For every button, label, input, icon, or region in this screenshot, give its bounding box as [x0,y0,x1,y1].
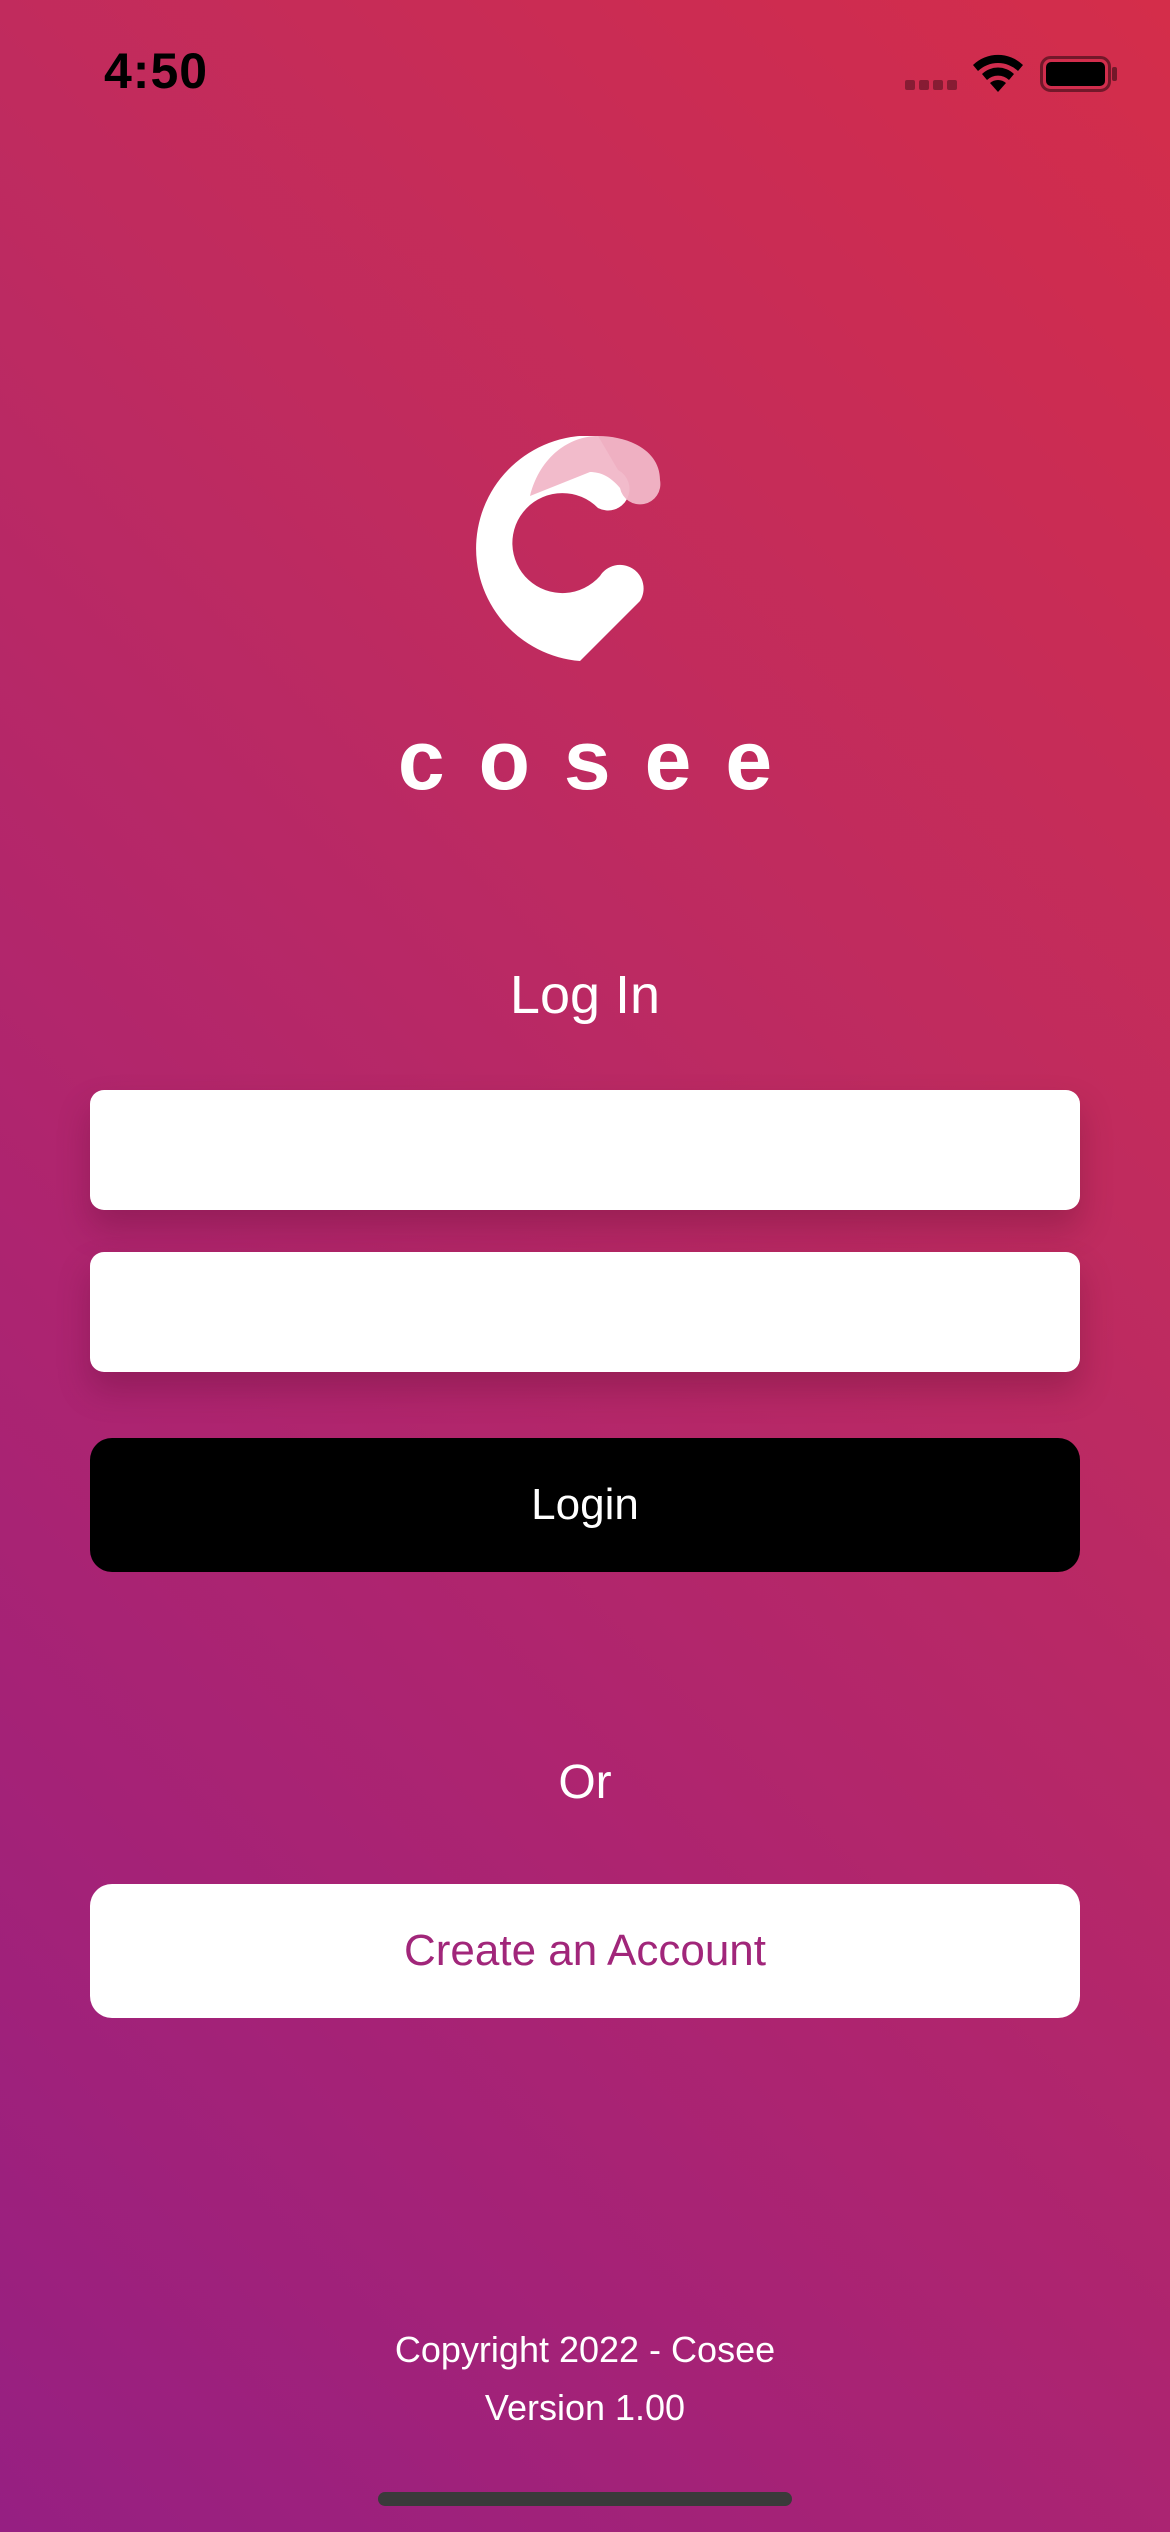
login-button-label: Login [531,1480,639,1529]
brand-wordmark: cosee [397,713,807,807]
cosee-pin-logo-icon [476,436,661,661]
battery-icon [1040,56,1117,92]
wifi-icon [973,54,1023,92]
footer-version: Version 1.00 [484,2387,686,2428]
login-title: Log In [509,965,661,1025]
status-bar: 4:50 [0,0,1170,150]
home-indicator[interactable] [378,2492,792,2506]
login-button[interactable]: Login [90,1438,1080,1572]
username-field[interactable] [90,1090,1080,1210]
cellular-signal-icon [905,80,959,92]
footer-copyright: Copyright 2022 - Cosee [394,2329,776,2370]
status-time: 4:50 [104,43,209,99]
password-field[interactable] [90,1252,1080,1372]
or-divider-text: Or [558,1756,612,1809]
create-account-button[interactable]: Create an Account [90,1884,1080,2018]
create-account-button-label: Create an Account [403,1926,766,1975]
